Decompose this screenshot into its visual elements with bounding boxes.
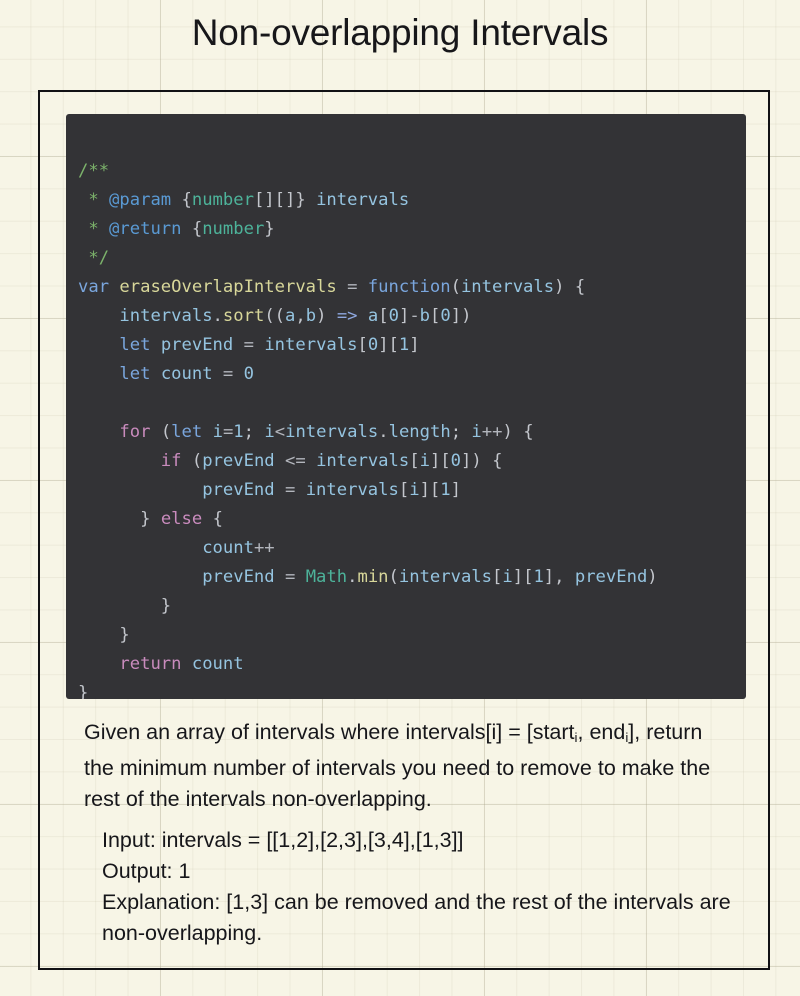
code-line: /**: [78, 161, 110, 181]
example-input: Input: intervals = [[1,2],[2,3],[3,4],[1…: [102, 828, 464, 852]
code-line: if (prevEnd <= intervals[i][0]) {: [160, 451, 503, 471]
code-line: return count: [119, 654, 244, 674]
code-line: */: [78, 248, 110, 268]
code-line: * @param {number[][]} intervals: [78, 190, 410, 210]
code-line: var eraseOverlapIntervals = function(int…: [78, 277, 586, 297]
example-output: Output: 1: [102, 859, 191, 883]
code-line: prevEnd = intervals[i][1]: [202, 480, 461, 500]
example-block: Input: intervals = [[1,2],[2,3],[3,4],[1…: [102, 825, 742, 949]
code-line: }: [119, 625, 130, 645]
code-block: /** * @param {number[][]} intervals * @r…: [66, 114, 746, 699]
code-line: let prevEnd = intervals[0][1]: [119, 335, 420, 355]
code-line: count++: [202, 538, 275, 558]
code-line: let count = 0: [119, 364, 254, 384]
code-line: }: [160, 596, 172, 616]
code-line: }: [78, 683, 89, 699]
example-explanation: Explanation: [1,3] can be removed and th…: [102, 890, 731, 945]
problem-description: Given an array of intervals where interv…: [84, 717, 734, 814]
page-title: Non-overlapping Intervals: [191, 12, 609, 53]
description-part-2: , end: [577, 720, 626, 744]
problem-card: /** * @param {number[][]} intervals * @r…: [38, 90, 770, 970]
description-part-1: Given an array of intervals where interv…: [84, 720, 575, 744]
code-content: /** * @param {number[][]} intervals * @r…: [66, 128, 746, 699]
code-line: prevEnd = Math.min(intervals[i][1], prev…: [202, 567, 658, 587]
code-line: intervals.sort((a,b) => a[0]-b[0]): [119, 306, 472, 326]
code-line: } else {: [140, 509, 223, 529]
code-line: for (let i=1; i<intervals.length; i++) {: [119, 422, 534, 442]
code-line: * @return {number}: [78, 219, 275, 239]
